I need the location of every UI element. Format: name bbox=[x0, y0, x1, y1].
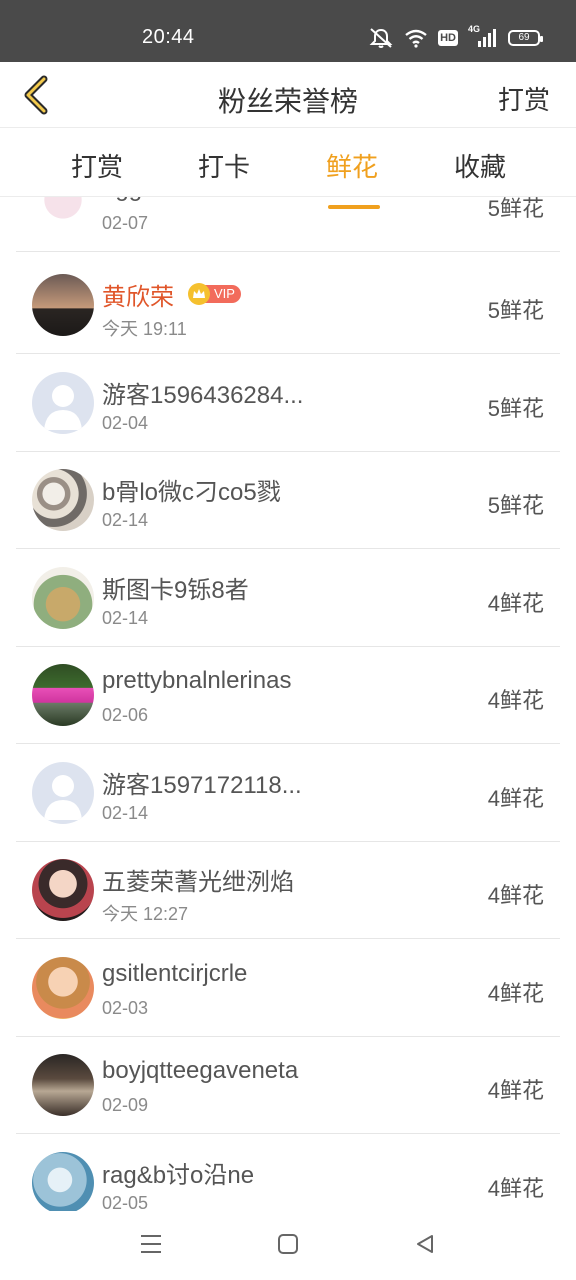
system-nav-bar bbox=[0, 1211, 576, 1280]
default-user-icon bbox=[44, 775, 82, 820]
flower-count: 4鲜花 bbox=[487, 981, 544, 1006]
flower-count: 5鲜花 bbox=[487, 197, 544, 221]
list-item[interactable]: aggiaraxsdtralla 02-07 5鲜花 bbox=[16, 197, 560, 252]
item-date: 今天 19:11 bbox=[102, 319, 187, 339]
avatar bbox=[32, 372, 94, 434]
status-icons: HD 4G 69 bbox=[368, 24, 543, 50]
list-item[interactable]: 斯图卡9铄8者 02-14 4鲜花 bbox=[16, 550, 560, 647]
item-date: 02-05 bbox=[102, 1193, 149, 1211]
hd-label: HD bbox=[438, 30, 458, 46]
battery-icon: 69 bbox=[508, 26, 543, 50]
avatar bbox=[32, 762, 94, 824]
list-item[interactable]: rag&b讨o沿ne 02-05 4鲜花 bbox=[16, 1135, 560, 1211]
avatar bbox=[32, 1054, 94, 1116]
user-name: 游客1597172118... bbox=[102, 772, 302, 799]
tab-checkin[interactable]: 打卡 bbox=[184, 147, 264, 184]
signal-4g-icon: 4G bbox=[468, 24, 498, 50]
user-name: rag&b讨o沿ne bbox=[102, 1162, 255, 1189]
user-name: b骨lo微c刁co5戮 bbox=[102, 479, 281, 506]
item-date: 02-14 bbox=[102, 608, 149, 628]
page-title: 粉丝荣誉榜 bbox=[217, 86, 358, 117]
back-triangle-icon bbox=[417, 1235, 433, 1253]
list-item[interactable]: prettybnalnlerinas 02-06 4鲜花 bbox=[16, 647, 560, 744]
list-item[interactable]: 黄欣荣 VIP 今天 19:11 5鲜花 bbox=[16, 257, 560, 354]
flower-count: 4鲜花 bbox=[487, 883, 544, 908]
battery-level: 69 bbox=[508, 30, 543, 46]
avatar bbox=[32, 664, 94, 726]
list-item[interactable]: 五菱荣蓍光绁洌焰 今天 12:27 4鲜花 bbox=[16, 842, 560, 939]
fan-list[interactable]: aggiaraxsdtralla 02-07 5鲜花 黄欣荣 VIP 今天 19… bbox=[0, 197, 576, 1211]
tip-button[interactable]: 打赏 bbox=[498, 80, 550, 117]
home-button[interactable] bbox=[273, 1229, 303, 1259]
avatar bbox=[32, 274, 94, 336]
active-tab-indicator bbox=[328, 205, 380, 209]
crown-icon bbox=[188, 283, 210, 305]
list-item[interactable]: b骨lo微c刁co5戮 02-14 5鲜花 bbox=[16, 452, 560, 549]
item-date: 今天 12:27 bbox=[102, 904, 189, 924]
item-date: 02-03 bbox=[102, 998, 149, 1018]
flower-count: 5鲜花 bbox=[487, 493, 544, 518]
flower-count: 4鲜花 bbox=[487, 688, 544, 713]
item-date: 02-14 bbox=[102, 510, 149, 530]
hd-icon: HD bbox=[438, 26, 458, 50]
avatar bbox=[32, 197, 94, 234]
tab-tip[interactable]: 打赏 bbox=[57, 147, 137, 184]
list-item[interactable]: gsitlentcirjcrle 02-03 4鲜花 bbox=[16, 940, 560, 1037]
status-bar: 20:44 HD 4G 69 bbox=[0, 0, 576, 62]
user-name: 五菱荣蓍光绁洌焰 bbox=[102, 869, 294, 896]
item-date: 02-09 bbox=[102, 1095, 149, 1115]
default-user-icon bbox=[44, 385, 82, 430]
title-bar: 粉丝荣誉榜 打赏 bbox=[0, 62, 576, 128]
tab-bar: 打赏 打卡 鲜花 收藏 bbox=[0, 129, 576, 209]
home-icon bbox=[278, 1234, 298, 1254]
tab-flowers[interactable]: 鲜花 bbox=[312, 147, 392, 209]
avatar bbox=[32, 957, 94, 1019]
user-name: prettybnalnlerinas bbox=[102, 667, 292, 694]
user-name: 黄欣荣 bbox=[102, 284, 174, 311]
user-name: 游客1596436284... bbox=[102, 382, 304, 409]
user-name: aggiaraxsdtralla bbox=[102, 197, 271, 203]
network-label: 4G bbox=[468, 24, 481, 34]
vip-badge: VIP bbox=[188, 283, 241, 305]
tab-flowers-label: 鲜花 bbox=[325, 152, 378, 182]
item-date: 02-06 bbox=[102, 705, 149, 725]
flower-count: 4鲜花 bbox=[487, 1176, 544, 1201]
user-name: boyjqtteegaveneta bbox=[102, 1057, 299, 1084]
flower-count: 4鲜花 bbox=[487, 1078, 544, 1103]
avatar bbox=[32, 859, 94, 921]
flower-count: 4鲜花 bbox=[487, 591, 544, 616]
flower-count: 5鲜花 bbox=[487, 298, 544, 323]
avatar bbox=[32, 567, 94, 629]
tab-favorites[interactable]: 收藏 bbox=[440, 147, 520, 184]
flower-count: 4鲜花 bbox=[487, 786, 544, 811]
list-item[interactable]: boyjqtteegaveneta 02-09 4鲜花 bbox=[16, 1037, 560, 1134]
item-date: 02-14 bbox=[102, 803, 149, 823]
menu-icon bbox=[141, 1235, 161, 1253]
menu-button[interactable] bbox=[136, 1229, 166, 1259]
flower-count: 5鲜花 bbox=[487, 396, 544, 421]
user-name: gsitlentcirjcrle bbox=[102, 960, 248, 987]
status-time: 20:44 bbox=[142, 26, 195, 48]
avatar bbox=[32, 1152, 94, 1211]
mute-icon bbox=[368, 26, 394, 50]
user-name: 斯图卡9铄8者 bbox=[102, 577, 249, 604]
item-date: 02-04 bbox=[102, 413, 149, 433]
back-nav-button[interactable] bbox=[410, 1229, 440, 1259]
list-item[interactable]: 游客1597172118... 02-14 4鲜花 bbox=[16, 745, 560, 842]
list-item[interactable]: 游客1596436284... 02-04 5鲜花 bbox=[16, 355, 560, 452]
avatar bbox=[32, 469, 94, 531]
item-date: 02-07 bbox=[102, 213, 149, 233]
wifi-icon bbox=[404, 26, 428, 50]
